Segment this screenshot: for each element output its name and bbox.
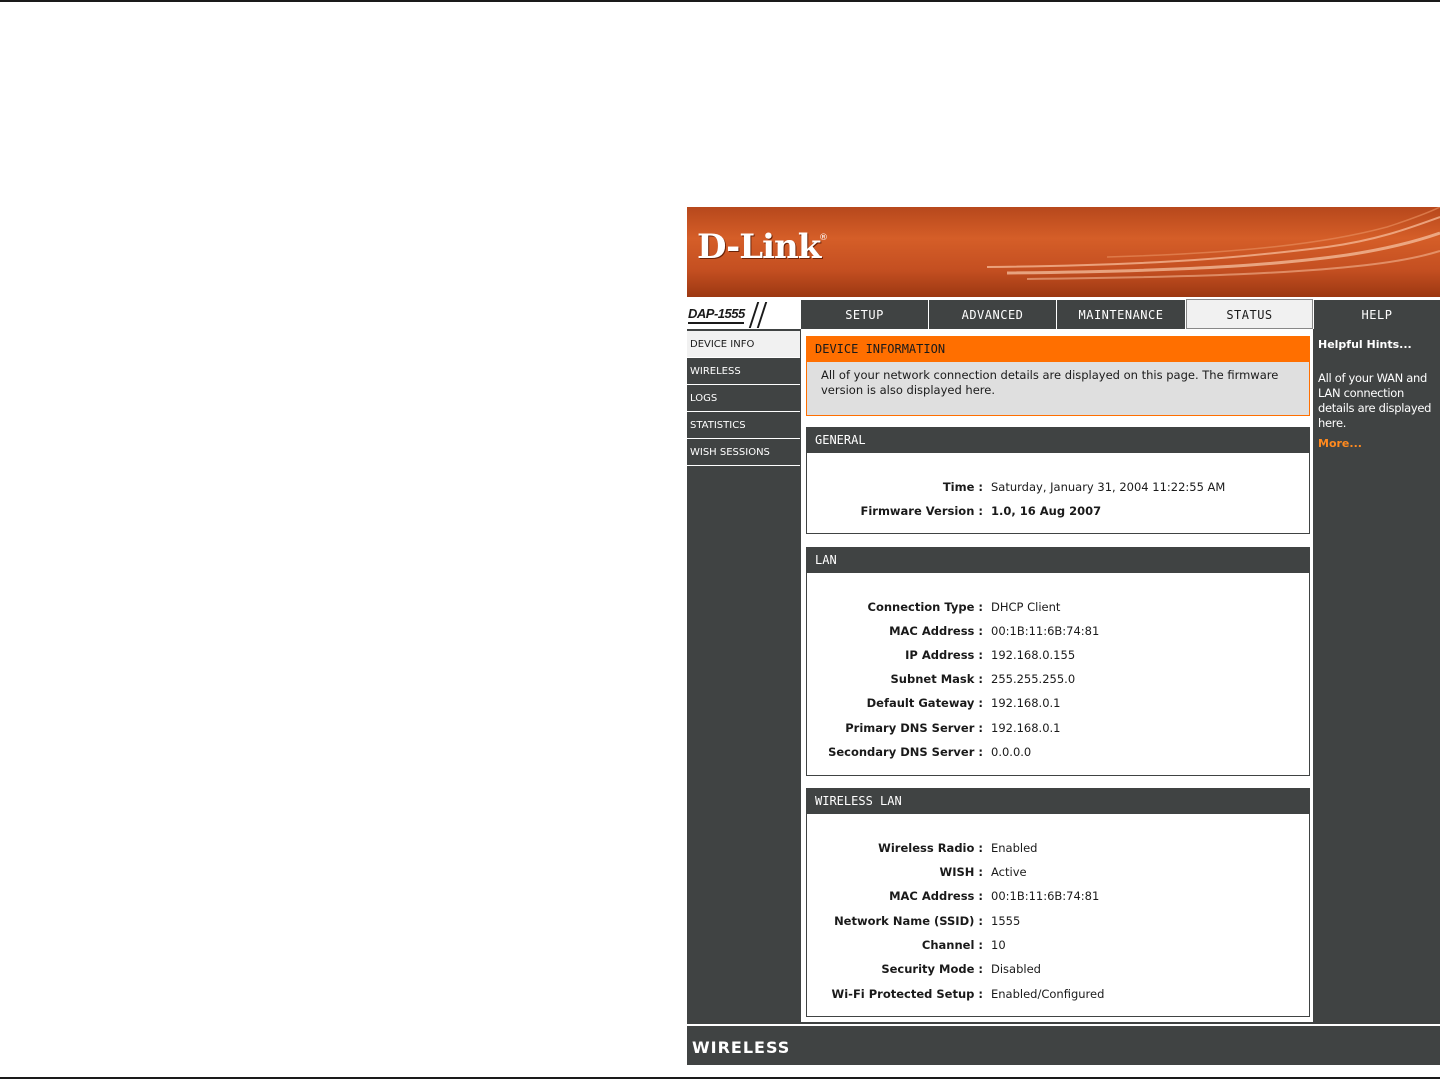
device-information-box: DEVICE INFORMATION All of your network c…	[806, 336, 1310, 416]
sidebar-item-device-info[interactable]: DEVICE INFO	[687, 331, 800, 358]
field-value: Enabled	[991, 841, 1038, 855]
field-value: 00:1B:11:6B:74:81	[991, 889, 1100, 903]
info-row-secondary-dns: Secondary DNS Server : 0.0.0.0	[807, 745, 1309, 763]
field-label: Security Mode :	[881, 962, 983, 976]
info-row-wifi-protected-setup: Wi-Fi Protected Setup : Enabled/Configur…	[807, 987, 1309, 1005]
info-row-primary-dns: Primary DNS Server : 192.168.0.1	[807, 721, 1309, 739]
info-row-time: Time : Saturday, January 31, 2004 11:22:…	[807, 480, 1309, 498]
info-row-network-name: Network Name (SSID) : 1555	[807, 914, 1309, 932]
wireless-lan-body: Wireless Radio : Enabled WISH : Active M…	[806, 814, 1310, 1017]
model-underline	[688, 322, 744, 324]
tab-help[interactable]: HELP	[1314, 299, 1440, 329]
field-value: 1.0, 16 Aug 2007	[991, 504, 1102, 518]
field-value: Enabled/Configured	[991, 987, 1105, 1001]
main-content: DEVICE INFORMATION All of your network c…	[801, 329, 1313, 1022]
lan-title: LAN	[806, 547, 1310, 573]
field-value: 10	[991, 938, 1006, 952]
field-label: Wi-Fi Protected Setup :	[831, 987, 983, 1001]
device-information-description: All of your network connection details a…	[806, 362, 1310, 416]
wireless-lan-title: WIRELESS LAN	[806, 788, 1310, 814]
lan-box: LAN Connection Type : DHCP Client MAC Ad…	[806, 547, 1310, 776]
field-value: Saturday, January 31, 2004 11:22:55 AM	[991, 480, 1226, 494]
info-row-connection-type: Connection Type : DHCP Client	[807, 600, 1309, 618]
field-label: Time :	[942, 480, 983, 494]
field-value: 192.168.0.1	[991, 696, 1061, 710]
general-box: GENERAL Time : Saturday, January 31, 200…	[806, 427, 1310, 534]
tab-maintenance[interactable]: MAINTENANCE	[1057, 299, 1185, 329]
field-value: 00:1B:11:6B:74:81	[991, 624, 1100, 638]
sidebar-item-wireless[interactable]: WIRELESS	[687, 358, 800, 385]
tab-setup[interactable]: SETUP	[801, 299, 928, 329]
field-label: MAC Address :	[889, 624, 983, 638]
field-label: Primary DNS Server :	[845, 721, 983, 735]
field-value: Active	[991, 865, 1027, 879]
field-value: DHCP Client	[991, 600, 1061, 614]
page-bottom-rule	[0, 1077, 1440, 1079]
router-admin-page: D-Link ® DAP-1555 SETUP ADVANCED MAINTEN…	[687, 207, 1440, 1065]
info-row-channel: Channel : 10	[807, 938, 1309, 956]
model-slash-icon	[756, 302, 768, 328]
model-badge: DAP-1555	[687, 299, 800, 329]
field-label: Connection Type :	[867, 600, 983, 614]
top-navigation: DAP-1555 SETUP ADVANCED MAINTENANCE STAT…	[687, 299, 1440, 329]
field-label: WISH :	[939, 865, 983, 879]
field-label: Default Gateway :	[866, 696, 983, 710]
dlink-logo: D-Link	[697, 227, 821, 267]
help-title: Helpful Hints...	[1318, 338, 1412, 351]
help-panel: Helpful Hints... All of your WAN and LAN…	[1314, 329, 1440, 1022]
info-row-default-gateway: Default Gateway : 192.168.0.1	[807, 696, 1309, 714]
tab-advanced[interactable]: ADVANCED	[929, 299, 1056, 329]
sidebar-item-wish-sessions[interactable]: WISH SESSIONS	[687, 439, 800, 466]
field-label: Network Name (SSID) :	[834, 914, 983, 928]
help-more-link[interactable]: More...	[1318, 437, 1362, 450]
field-value: 192.168.0.1	[991, 721, 1061, 735]
sidebar-item-logs[interactable]: LOGS	[687, 385, 800, 412]
field-value: 1555	[991, 914, 1021, 928]
field-label: Subnet Mask :	[890, 672, 984, 686]
help-text: All of your WAN and LAN connection detai…	[1318, 371, 1432, 430]
wireless-lan-box: WIRELESS LAN Wireless Radio : Enabled WI…	[806, 788, 1310, 1017]
field-value: 255.255.255.0	[991, 672, 1076, 686]
device-information-title: DEVICE INFORMATION	[806, 336, 1310, 362]
field-label: IP Address :	[905, 648, 983, 662]
lan-body: Connection Type : DHCP Client MAC Addres…	[806, 573, 1310, 776]
registered-mark: ®	[819, 233, 828, 243]
general-title: GENERAL	[806, 427, 1310, 453]
page-top-rule	[0, 0, 1440, 2]
field-value: Disabled	[991, 962, 1041, 976]
sidebar-menu: DEVICE INFO WIRELESS LOGS STATISTICS WIS…	[687, 331, 800, 466]
footer-bar: WIRELESS	[687, 1024, 1440, 1065]
footer-wireless-label: WIRELESS	[692, 1038, 791, 1057]
field-label: MAC Address :	[889, 889, 983, 903]
info-row-wireless-radio: Wireless Radio : Enabled	[807, 841, 1309, 859]
info-row-wireless-mac-address: MAC Address : 00:1B:11:6B:74:81	[807, 889, 1309, 907]
field-label: Wireless Radio :	[878, 841, 983, 855]
info-row-firmware-version: Firmware Version : 1.0, 16 Aug 2007	[807, 504, 1309, 522]
model-name: DAP-1555	[688, 306, 745, 321]
info-row-ip-address: IP Address : 192.168.0.155	[807, 648, 1309, 666]
tab-status[interactable]: STATUS	[1186, 299, 1313, 329]
info-row-wish: WISH : Active	[807, 865, 1309, 883]
info-row-subnet-mask: Subnet Mask : 255.255.255.0	[807, 672, 1309, 690]
header-banner: D-Link ®	[687, 207, 1440, 297]
field-value: 192.168.0.155	[991, 648, 1076, 662]
field-label: Secondary DNS Server :	[828, 745, 983, 759]
field-label: Firmware Version :	[860, 504, 983, 518]
sidebar-item-statistics[interactable]: STATISTICS	[687, 412, 800, 439]
info-row-security-mode: Security Mode : Disabled	[807, 962, 1309, 980]
info-row-mac-address: MAC Address : 00:1B:11:6B:74:81	[807, 624, 1309, 642]
general-body: Time : Saturday, January 31, 2004 11:22:…	[806, 453, 1310, 534]
field-label: Channel :	[921, 938, 983, 952]
field-value: 0.0.0.0	[991, 745, 1032, 759]
